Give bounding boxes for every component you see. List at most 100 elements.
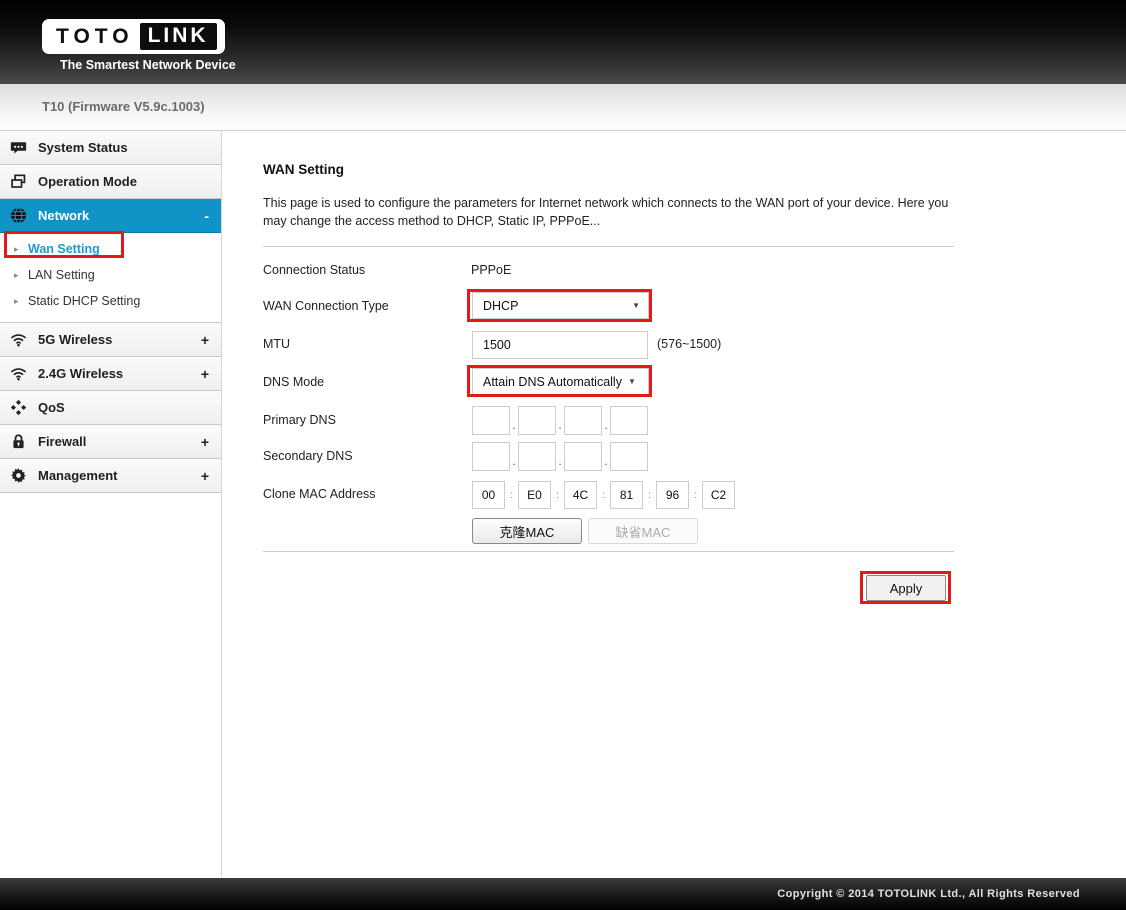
sidebar: System Status Operation Mode Network - ▸…: [0, 131, 222, 878]
secondary-dns-label: Secondary DNS: [263, 449, 353, 463]
dot-separator: .: [512, 418, 516, 432]
chat-icon: [10, 139, 27, 156]
mtu-label: MTU: [263, 337, 291, 351]
sidebar-item-system-status[interactable]: System Status: [0, 131, 221, 165]
mtu-input[interactable]: [472, 331, 648, 359]
colon-separator: :: [648, 489, 651, 501]
sidebar-label: 5G Wireless: [38, 332, 113, 347]
expand-indicator: +: [200, 433, 209, 450]
wan-connection-type-select[interactable]: DHCP ▼: [472, 292, 649, 319]
gear-icon: [10, 467, 27, 484]
primary-dns-inputs: . . .: [472, 406, 648, 435]
dot-separator: .: [604, 418, 608, 432]
mac-octet-5[interactable]: [656, 481, 689, 509]
primary-dns-label: Primary DNS: [263, 413, 336, 427]
apply-button[interactable]: Apply: [866, 575, 946, 601]
header: TOTO LINK The Smartest Network Device: [0, 0, 1126, 84]
diamonds-icon: [10, 399, 27, 416]
windows-icon: [10, 173, 27, 190]
secondary-dns-octet-2[interactable]: [518, 442, 556, 471]
default-mac-button[interactable]: 缺省MAC: [588, 518, 698, 544]
colon-separator: :: [556, 489, 559, 501]
secondary-dns-octet-4[interactable]: [610, 442, 648, 471]
primary-dns-octet-4[interactable]: [610, 406, 648, 435]
sidebar-item-network[interactable]: Network -: [0, 199, 221, 233]
secondary-dns-octet-1[interactable]: [472, 442, 510, 471]
globe-icon: [10, 207, 27, 224]
sidebar-label: Operation Mode: [38, 174, 137, 189]
selected-value: DHCP: [483, 298, 519, 313]
primary-dns-octet-3[interactable]: [564, 406, 602, 435]
logo-text-toto: TOTO: [56, 24, 134, 48]
colon-separator: :: [510, 489, 513, 501]
colon-separator: :: [602, 489, 605, 501]
page-description: This page is used to configure the param…: [263, 196, 949, 229]
mac-octet-2[interactable]: [518, 481, 551, 509]
sidebar-item-5g-wireless[interactable]: 5G Wireless +: [0, 323, 221, 357]
sidebar-item-wan-setting[interactable]: ▸ Wan Setting: [0, 236, 221, 262]
sidebar-label: 2.4G Wireless: [38, 366, 124, 381]
selected-value: Attain DNS Automatically: [483, 374, 622, 389]
expand-indicator: +: [200, 331, 209, 348]
collapse-indicator: -: [204, 207, 209, 224]
sidebar-label: Firewall: [38, 434, 87, 449]
mac-address-inputs: : : : : :: [472, 481, 735, 509]
dot-separator: .: [558, 454, 562, 468]
submenu-label: Wan Setting: [28, 242, 100, 256]
sidebar-label: Management: [38, 468, 118, 483]
primary-dns-octet-2[interactable]: [518, 406, 556, 435]
connection-status-value: PPPoE: [471, 263, 512, 277]
primary-dns-octet-1[interactable]: [472, 406, 510, 435]
dot-separator: .: [512, 454, 516, 468]
sidebar-label: QoS: [38, 400, 65, 415]
sidebar-item-24g-wireless[interactable]: 2.4G Wireless +: [0, 357, 221, 391]
wifi-icon: [10, 365, 27, 382]
content-row: System Status Operation Mode Network - ▸…: [0, 131, 1126, 878]
bullet-arrow-icon: ▸: [14, 243, 19, 254]
logo-text-link: LINK: [147, 24, 209, 47]
sidebar-item-operation-mode[interactable]: Operation Mode: [0, 165, 221, 199]
divider: [263, 551, 954, 552]
clone-mac-button[interactable]: 克隆MAC: [472, 518, 582, 544]
submenu-label: LAN Setting: [28, 268, 95, 282]
mac-octet-4[interactable]: [610, 481, 643, 509]
clone-mac-label: Clone MAC Address: [263, 487, 376, 501]
logo-tagline: The Smartest Network Device: [60, 58, 236, 72]
footer: Copyright © 2014 TOTOLINK Ltd., All Righ…: [0, 878, 1126, 910]
divider: [263, 246, 954, 247]
colon-separator: :: [694, 489, 697, 501]
sidebar-item-qos[interactable]: QoS: [0, 391, 221, 425]
network-submenu: ▸ Wan Setting ▸ LAN Setting ▸ Static DHC…: [0, 233, 221, 323]
secondary-dns-octet-3[interactable]: [564, 442, 602, 471]
logo-link-badge: LINK: [139, 23, 217, 50]
dns-mode-select[interactable]: Attain DNS Automatically ▼: [472, 368, 649, 395]
mtu-range-hint: (576~1500): [657, 337, 722, 351]
sidebar-item-management[interactable]: Management +: [0, 459, 221, 493]
lock-icon: [10, 433, 27, 450]
dot-separator: .: [558, 418, 562, 432]
mac-octet-3[interactable]: [564, 481, 597, 509]
copyright-text: Copyright © 2014 TOTOLINK Ltd., All Righ…: [777, 888, 1080, 900]
totolink-logo: TOTO LINK: [42, 19, 225, 54]
bullet-arrow-icon: ▸: [14, 269, 19, 280]
mac-octet-1[interactable]: [472, 481, 505, 509]
sidebar-label: Network: [38, 208, 90, 223]
secondary-dns-inputs: . . .: [472, 442, 648, 471]
chevron-down-icon: ▼: [632, 301, 640, 310]
page-title: WAN Setting: [263, 162, 344, 177]
sidebar-item-static-dhcp-setting[interactable]: ▸ Static DHCP Setting: [0, 288, 221, 314]
submenu-label: Static DHCP Setting: [28, 294, 141, 308]
chevron-down-icon: ▼: [627, 377, 636, 386]
expand-indicator: +: [200, 467, 209, 484]
connection-status-label: Connection Status: [263, 263, 366, 277]
dot-separator: .: [604, 454, 608, 468]
sidebar-item-lan-setting[interactable]: ▸ LAN Setting: [0, 262, 221, 288]
wifi-icon: [10, 331, 27, 348]
dns-mode-label: DNS Mode: [263, 375, 325, 389]
expand-indicator: +: [200, 365, 209, 382]
sidebar-label: System Status: [38, 140, 128, 155]
mac-octet-6[interactable]: [702, 481, 735, 509]
sidebar-item-firewall[interactable]: Firewall +: [0, 425, 221, 459]
firmware-version-text: T10 (Firmware V5.9c.1003): [42, 99, 205, 114]
firmware-bar: T10 (Firmware V5.9c.1003): [0, 84, 1126, 131]
